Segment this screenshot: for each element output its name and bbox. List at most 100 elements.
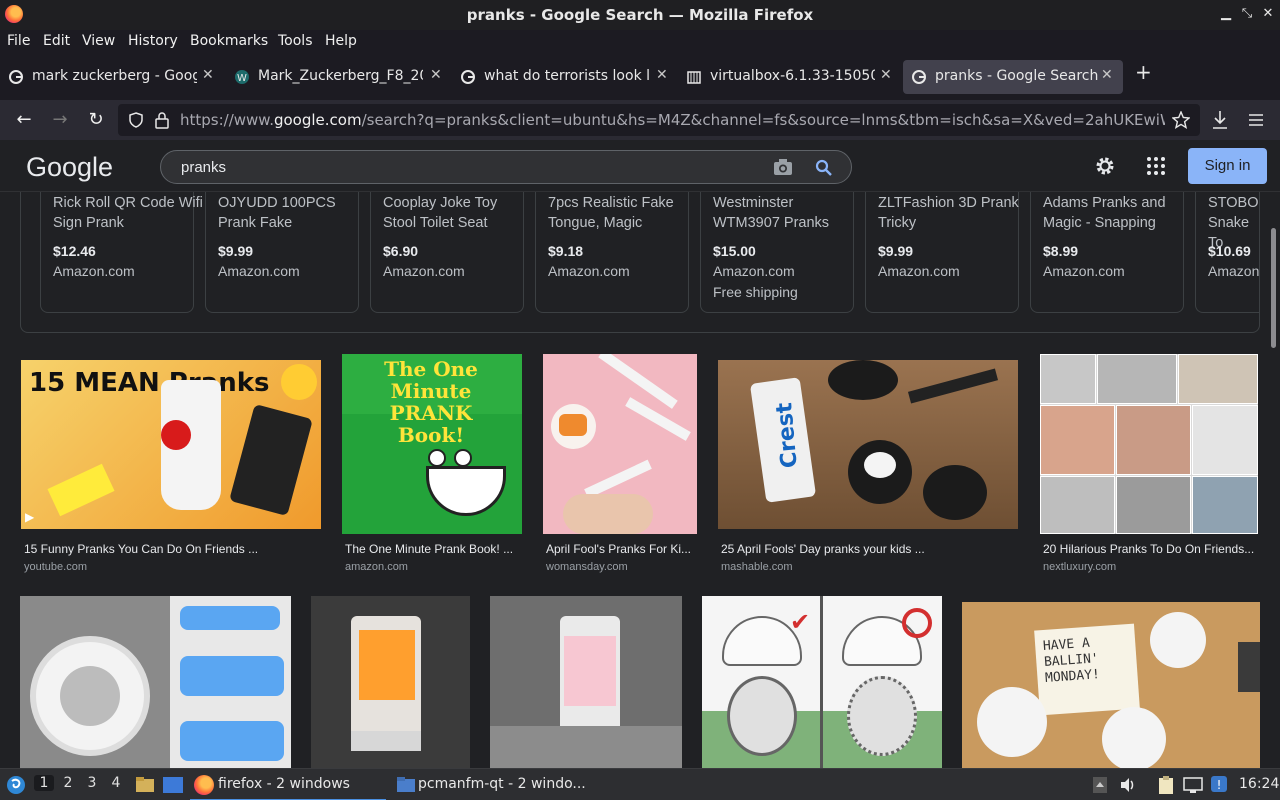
- menu-tools[interactable]: Tools: [278, 33, 313, 49]
- menu-help[interactable]: Help: [325, 33, 357, 49]
- shopping-card[interactable]: OJYUDD 100PCS Prank Fake $9.99 Amazon.co…: [205, 192, 359, 313]
- image-caption[interactable]: The One Minute Prank Book! ...: [345, 542, 521, 556]
- search-input[interactable]: [181, 157, 741, 177]
- google-icon: [461, 70, 475, 84]
- task-firefox[interactable]: firefox - 2 windows: [190, 769, 386, 800]
- volume-icon[interactable]: [1119, 776, 1137, 794]
- shopping-card[interactable]: STOBOK Snake To $10.69 Amazon: [1195, 192, 1259, 313]
- image-result[interactable]: HAVE A BALLIN' MONDAY!: [962, 602, 1260, 768]
- lock-icon[interactable]: [154, 111, 170, 129]
- image-thumbnail[interactable]: [20, 596, 291, 768]
- product-name[interactable]: Cooplay Joke Toy Stool Toilet Seat: [383, 193, 533, 233]
- workspace-2[interactable]: 2: [58, 775, 78, 791]
- sign-in-button[interactable]: Sign in: [1188, 148, 1267, 184]
- image-caption[interactable]: 25 April Fools' Day pranks your kids ...: [721, 542, 1017, 556]
- clock[interactable]: 16:24: [1239, 776, 1279, 792]
- image-result[interactable]: ✔: [702, 596, 942, 768]
- workspace-3[interactable]: 3: [82, 775, 102, 791]
- image-result[interactable]: [20, 596, 291, 768]
- image-thumbnail[interactable]: The One Minute PRANK Book!: [342, 354, 522, 534]
- image-thumbnail[interactable]: ✔: [702, 596, 942, 768]
- close-tab-icon[interactable]: ✕: [1101, 67, 1113, 83]
- shopping-card[interactable]: 7pcs Realistic Fake Tongue, Magic $9.18 …: [535, 192, 689, 313]
- image-result[interactable]: 20 Hilarious Pranks To Do On Friends... …: [1040, 354, 1258, 580]
- tab-virtualbox[interactable]: virtualbox-6.1.33-150501 ✕: [678, 60, 900, 94]
- menu-view[interactable]: View: [82, 33, 115, 49]
- image-caption[interactable]: 20 Hilarious Pranks To Do On Friends...: [1043, 542, 1257, 556]
- folder-icon: [397, 777, 415, 792]
- navigation-bar: ← → ↻ https://www.google.com/search?q=pr…: [0, 100, 1280, 140]
- start-menu-icon[interactable]: [6, 775, 26, 795]
- back-arrow-icon[interactable]: ←: [12, 108, 36, 132]
- product-name[interactable]: OJYUDD 100PCS Prank Fake: [218, 193, 368, 233]
- forward-arrow-icon[interactable]: →: [48, 108, 72, 132]
- product-name[interactable]: 7pcs Realistic Fake Tongue, Magic: [548, 193, 698, 233]
- tab-wikipedia[interactable]: W Mark_Zuckerberg_F8_2019 ✕: [226, 60, 448, 94]
- product-name[interactable]: Westminster WTM3907 Pranks: [713, 193, 863, 233]
- minimize-icon[interactable]: ▁: [1217, 5, 1235, 23]
- image-result[interactable]: [311, 596, 470, 768]
- product-store: Amazon.com: [548, 263, 630, 279]
- tray-up-icon[interactable]: [1092, 776, 1108, 794]
- workspace-1[interactable]: 1: [34, 775, 54, 791]
- task-pcmanfm[interactable]: pcmanfm-qt - 2 windo...: [392, 769, 592, 800]
- network-icon[interactable]: [1183, 776, 1203, 794]
- search-box[interactable]: [160, 150, 852, 184]
- shopping-card[interactable]: Cooplay Joke Toy Stool Toilet Seat $6.90…: [370, 192, 524, 313]
- image-result[interactable]: April Fool's Pranks For Ki... womansday.…: [543, 354, 697, 580]
- image-result[interactable]: The One Minute PRANK Book! The One Minut…: [342, 354, 522, 580]
- menu-history[interactable]: History: [128, 33, 178, 49]
- menu-edit[interactable]: Edit: [43, 33, 70, 49]
- tab-pranks[interactable]: pranks - Google Search ✕: [903, 60, 1123, 94]
- shield-icon[interactable]: [128, 112, 144, 128]
- image-result[interactable]: Crest 25 April Fools' Day pranks your ki…: [718, 360, 1018, 580]
- clipboard-icon[interactable]: [1157, 775, 1175, 795]
- google-logo[interactable]: Google: [26, 152, 113, 183]
- search-icon[interactable]: [815, 159, 833, 177]
- updates-icon[interactable]: !: [1209, 774, 1229, 794]
- product-price: $15.00: [713, 243, 756, 259]
- show-desktop-icon[interactable]: [162, 776, 184, 794]
- close-window-icon[interactable]: ✕: [1259, 5, 1277, 23]
- image-thumbnail[interactable]: [1040, 354, 1258, 534]
- tab-mark-zuckerberg[interactable]: mark zuckerberg - Google ✕: [0, 60, 222, 94]
- url-bar[interactable]: https://www.google.com/search?q=pranks&c…: [118, 104, 1200, 136]
- product-name[interactable]: ZLTFashion 3D Prank Tricky: [878, 193, 1028, 233]
- file-manager-icon[interactable]: [135, 776, 155, 794]
- close-tab-icon[interactable]: ✕: [880, 67, 892, 83]
- image-result[interactable]: 15 MEAN Pranks ▶ 15 Funny Pranks You Can…: [21, 360, 321, 580]
- close-tab-icon[interactable]: ✕: [656, 67, 668, 83]
- image-thumbnail[interactable]: [543, 354, 697, 534]
- shopping-card[interactable]: Rick Roll QR Code Wifi Sign Prank $12.46…: [40, 192, 203, 313]
- bookmark-star-icon[interactable]: [1172, 111, 1190, 129]
- image-caption[interactable]: 15 Funny Pranks You Can Do On Friends ..…: [24, 542, 320, 556]
- shopping-card[interactable]: Adams Pranks and Magic - Snapping $8.99 …: [1030, 192, 1184, 313]
- image-thumbnail[interactable]: [490, 596, 682, 768]
- settings-gear-icon[interactable]: [1094, 155, 1116, 177]
- reload-icon[interactable]: ↻: [84, 108, 108, 132]
- shopping-card[interactable]: ZLTFashion 3D Prank Tricky $9.99 Amazon.…: [865, 192, 1019, 313]
- image-result[interactable]: [490, 596, 682, 768]
- shopping-card[interactable]: Westminster WTM3907 Pranks $15.00 Amazon…: [700, 192, 854, 313]
- apps-grid-icon[interactable]: [1146, 156, 1166, 176]
- workspace-4[interactable]: 4: [106, 775, 126, 791]
- image-thumbnail[interactable]: 15 MEAN Pranks ▶: [21, 360, 321, 529]
- product-name[interactable]: Adams Pranks and Magic - Snapping: [1043, 193, 1193, 233]
- url-text[interactable]: https://www.google.com/search?q=pranks&c…: [180, 111, 1165, 129]
- restore-icon[interactable]: ⤡: [1238, 5, 1256, 23]
- downloads-icon[interactable]: [1211, 110, 1229, 130]
- camera-icon[interactable]: [773, 158, 793, 176]
- image-thumbnail[interactable]: [311, 596, 470, 768]
- image-thumbnail[interactable]: Crest: [718, 360, 1018, 529]
- scrollbar-thumb[interactable]: [1271, 228, 1276, 348]
- menu-bookmarks[interactable]: Bookmarks: [190, 33, 268, 49]
- tab-terrorists[interactable]: what do terrorists look like ✕: [452, 60, 674, 94]
- close-tab-icon[interactable]: ✕: [202, 67, 214, 83]
- close-tab-icon[interactable]: ✕: [430, 67, 442, 83]
- hamburger-menu-icon[interactable]: [1248, 112, 1264, 128]
- image-caption[interactable]: April Fool's Pranks For Ki...: [546, 542, 696, 556]
- image-thumbnail[interactable]: HAVE A BALLIN' MONDAY!: [962, 602, 1260, 768]
- product-name[interactable]: Rick Roll QR Code Wifi Sign Prank: [53, 193, 203, 233]
- new-tab-icon[interactable]: +: [1135, 62, 1155, 82]
- menu-file[interactable]: File: [7, 33, 30, 49]
